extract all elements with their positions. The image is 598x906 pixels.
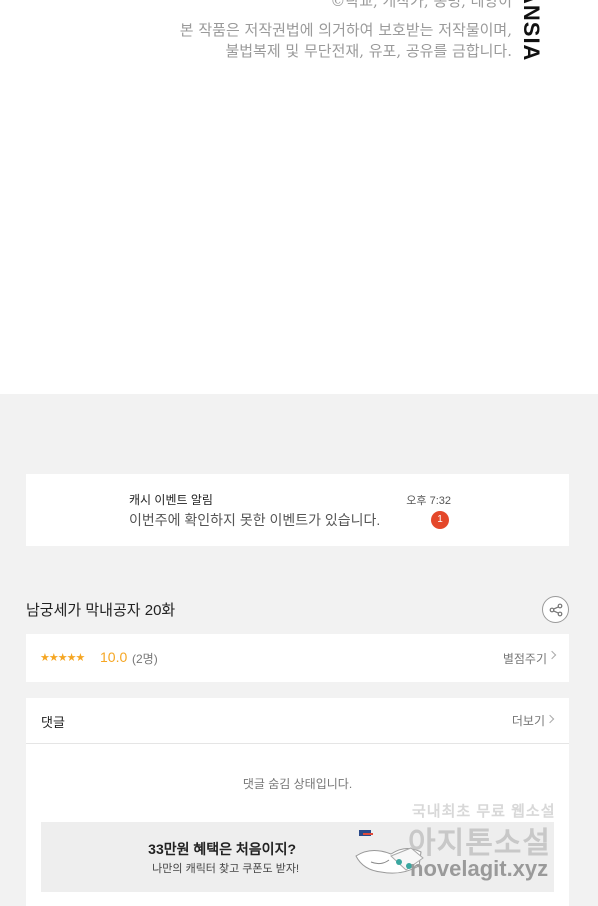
watermark-url: novelagit.xyz <box>410 856 549 881</box>
rating-count: (2명) <box>132 652 158 666</box>
copyright-line-3: 불법복제 및 무단전재, 유포, 공유를 금합니다. <box>225 42 512 60</box>
comments-header: 댓글 더보기 <box>26 698 569 744</box>
publisher-logo: ANSIA <box>520 0 544 60</box>
banner-title: 33만원 혜택은 처음이지? <box>148 841 296 857</box>
rating-card: ★★★★★ 10.0 (2명) 별점주기 <box>26 634 569 682</box>
share-icon <box>549 603 563 617</box>
rating-stars: ★★★★★ <box>40 651 85 664</box>
comments-hidden-message: 댓글 숨김 상태입니다. <box>242 777 353 791</box>
banner-subtitle: 나만의 캐릭터 찾고 쿠폰도 받자! <box>152 863 299 875</box>
site-watermark: 국내최초 무료 웹소설 아지톤소설 novelagit.xyz <box>404 800 574 888</box>
rate-button[interactable]: 별점주기 <box>503 650 547 667</box>
event-time: 오후 7:32 <box>406 495 451 507</box>
cash-event-notification[interactable]: 캐시 이벤트 알림 이번주에 확인하지 못한 이벤트가 있습니다. 오후 7:3… <box>26 474 569 546</box>
copyright-line-2: 본 작품은 저작권법에 의거하여 보호받는 저작물이며, <box>179 21 512 39</box>
copyright-authors: ©락교, 개작가, 봉명, 테양이 <box>330 0 512 10</box>
event-title: 캐시 이벤트 알림 <box>129 493 213 507</box>
share-button[interactable] <box>542 596 569 623</box>
chevron-right-icon <box>545 714 555 724</box>
comments-more-button[interactable]: 더보기 <box>512 712 545 729</box>
viewer-end-area: ©락교, 개작가, 봉명, 테양이 본 작품은 저작권법에 의거하여 보호받는 … <box>0 0 598 394</box>
rating-score: 10.0 <box>100 649 128 665</box>
chevron-right-icon <box>547 650 557 660</box>
comments-label: 댓글 <box>41 715 65 730</box>
event-count-badge: 1 <box>431 511 449 529</box>
event-message: 이번주에 확인하지 못한 이벤트가 있습니다. <box>129 512 381 528</box>
episode-title: 남궁세가 막내공자 20화 <box>26 602 176 619</box>
